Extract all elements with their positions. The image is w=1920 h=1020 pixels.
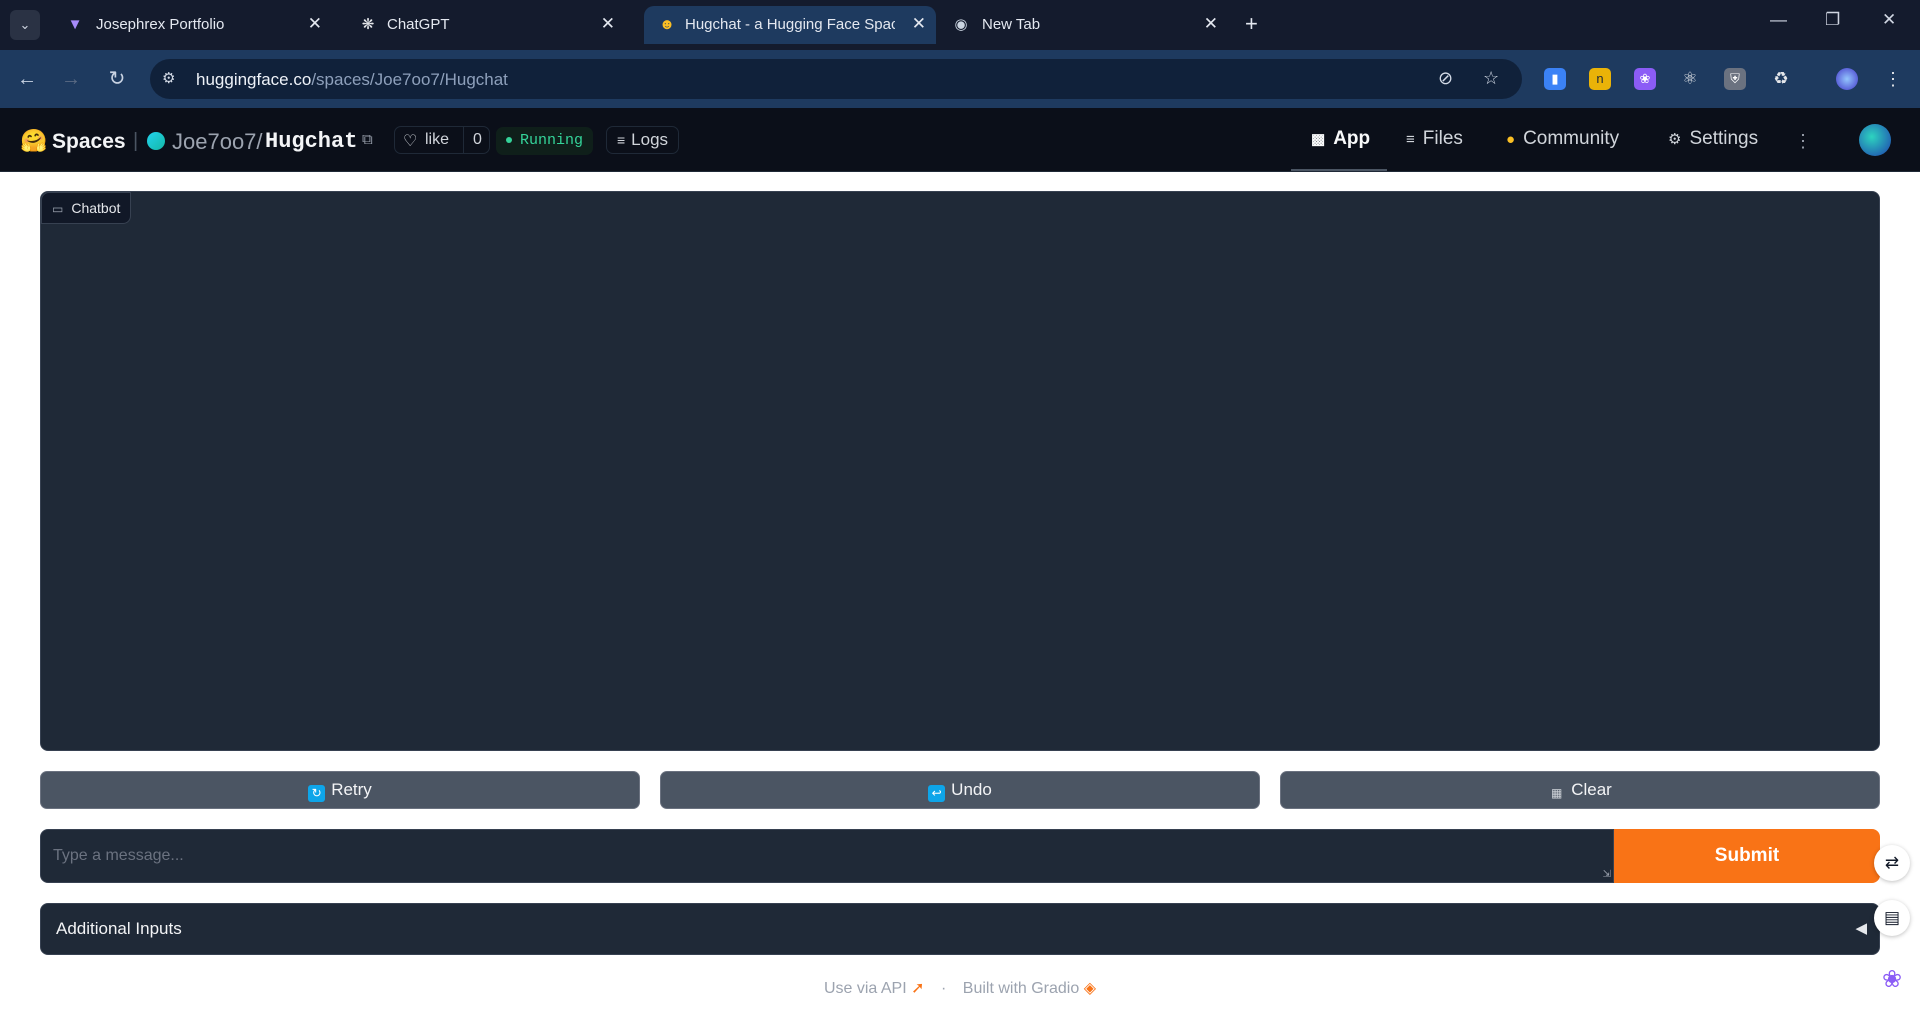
built-with-gradio-link[interactable]: Built with Gradio ◈ <box>963 980 1096 997</box>
chatbot-label: ▭ Chatbot <box>41 192 132 224</box>
tab-settings[interactable]: ⚙ Settings <box>1668 128 1758 150</box>
reader-mode-book-icon[interactable]: ▤ <box>1874 900 1910 936</box>
chrome-logo-icon: ◉ <box>954 16 968 33</box>
settings-gear-icon: ⚙ <box>1668 131 1682 148</box>
tab-app[interactable]: ▩ App <box>1311 128 1370 150</box>
heart-icon: ♡ <box>403 133 418 150</box>
extension-react-icon[interactable]: ⚛ <box>1679 68 1701 90</box>
retry-icon: ↻ <box>308 785 326 802</box>
tab-search-chevron-icon[interactable]: ⌄ <box>10 10 40 40</box>
extensions-puzzle-icon[interactable]: ♻ <box>1770 68 1792 90</box>
url-host: huggingface.co <box>196 70 312 89</box>
address-bar[interactable]: ⚙ huggingface.co/spaces/Joe7oo7/Hugchat … <box>150 59 1522 99</box>
tab-title: Josephrex Portfolio <box>96 16 225 33</box>
message-input-box[interactable]: ⇲ <box>40 829 1614 883</box>
accordion-label: Additional Inputs <box>56 919 182 938</box>
url-text[interactable]: huggingface.co/spaces/Joe7oo7/Hugchat <box>196 70 508 90</box>
use-via-api-link[interactable]: Use via API ➚ <box>824 980 925 997</box>
like-count: 0 <box>463 127 491 153</box>
copy-icon[interactable]: ⧉ <box>362 131 373 148</box>
url-path: /spaces/Joe7oo7/Hugchat <box>311 70 508 89</box>
tab-title: New Tab <box>982 16 1041 33</box>
site-info-tune-icon[interactable]: ⚙ <box>162 69 175 87</box>
status-badge: Running <box>496 127 594 155</box>
close-tab-icon[interactable]: ✕ <box>308 14 322 34</box>
close-tab-icon[interactable]: ✕ <box>1204 14 1218 34</box>
eye-slash-icon[interactable]: ⊘ <box>1438 68 1453 89</box>
tab-community[interactable]: ● Community <box>1506 128 1619 150</box>
close-tab-icon[interactable]: ✕ <box>912 14 926 34</box>
more-options-kebab-icon[interactable]: ⋮ <box>1790 128 1816 154</box>
caret-left-icon: ◀ <box>1855 920 1867 937</box>
community-icon: ● <box>1506 131 1516 148</box>
logs-label: Logs <box>631 130 669 149</box>
chat-bubble-icon: ▭ <box>52 202 64 216</box>
logs-icon: ≡ <box>617 132 626 148</box>
status-text: Running <box>520 132 584 149</box>
footer: Use via API ➚ · Built with Gradio ◈ <box>0 978 1920 998</box>
openai-logo-icon: ❋ <box>361 16 375 33</box>
browser-tab-portfolio[interactable]: ▼ Josephrex Portfolio ✕ <box>52 6 332 44</box>
retry-button[interactable]: ↻ Retry <box>40 771 640 809</box>
tab-title: ChatGPT <box>387 16 450 33</box>
close-tab-icon[interactable]: ✕ <box>601 14 615 34</box>
browser-tab-hugchat[interactable]: ☻ Hugchat - a Hugging Face Space ✕ <box>644 6 936 44</box>
divider: | <box>133 130 139 152</box>
resize-grip-icon[interactable]: ⇲ <box>1603 869 1611 880</box>
browser-tab-strip: ⌄ ▼ Josephrex Portfolio ✕ ❋ ChatGPT ✕ ☻ … <box>0 0 1920 50</box>
vite-logo-icon: ▼ <box>67 16 83 33</box>
translate-icon[interactable]: ⇄ <box>1874 845 1910 881</box>
profile-avatar[interactable] <box>1836 68 1858 90</box>
additional-inputs-accordion[interactable]: Additional Inputs ◀ <box>40 903 1880 955</box>
back-arrow-icon[interactable]: ← <box>12 64 42 94</box>
files-icon: ≡ <box>1406 131 1415 148</box>
bookmark-star-icon[interactable]: ☆ <box>1483 68 1499 89</box>
extension-shield-icon[interactable]: ⛨ <box>1724 68 1746 90</box>
chatbot-panel[interactable]: ▭ Chatbot <box>40 191 1880 751</box>
undo-icon: ↩ <box>928 785 946 802</box>
submit-button[interactable]: Submit <box>1614 829 1880 883</box>
tab-title: Hugchat - a Hugging Face Space <box>685 16 895 33</box>
new-tab-plus-icon[interactable]: + <box>1245 11 1258 37</box>
logs-button[interactable]: ≡ Logs <box>606 126 680 154</box>
status-dot-icon <box>506 137 512 144</box>
gradio-logo-icon: ◈ <box>1083 980 1097 997</box>
forward-arrow-icon[interactable]: → <box>56 64 86 94</box>
hugging-face-logo-icon: ☻ <box>659 16 675 33</box>
extension-docs-icon[interactable]: ▮ <box>1544 68 1566 90</box>
browser-tab-chatgpt[interactable]: ❋ ChatGPT ✕ <box>345 6 625 44</box>
browser-menu-kebab-icon[interactable]: ⋮ <box>1882 68 1904 90</box>
restore-icon[interactable]: ❐ <box>1825 10 1840 30</box>
space-owner-link[interactable]: Joe7oo7/ <box>172 129 263 155</box>
clear-button[interactable]: ▦ Clear <box>1280 771 1880 809</box>
undo-button[interactable]: ↩ Undo <box>660 771 1260 809</box>
spaces-link[interactable]: Spaces <box>52 130 126 154</box>
extension-brain-icon[interactable]: ❀ <box>1634 68 1656 90</box>
browser-tab-new-tab[interactable]: ◉ New Tab ✕ <box>938 6 1228 44</box>
trash-icon: ▦ <box>1551 786 1563 800</box>
hf-header: 🤗 Spaces | Joe7oo7/ Hugchat ⧉ ♡ like 0 R… <box>0 108 1920 172</box>
user-avatar[interactable] <box>1859 124 1891 156</box>
rocket-icon: ➚ <box>911 980 925 997</box>
hugging-face-logo-icon[interactable]: 🤗 <box>20 128 47 154</box>
window-close-icon[interactable]: ✕ <box>1882 10 1896 30</box>
tab-files[interactable]: ≡ Files <box>1406 128 1463 150</box>
like-label: like <box>425 131 450 148</box>
reload-icon[interactable]: ↻ <box>102 64 132 94</box>
space-repo-name[interactable]: Hugchat <box>265 129 357 154</box>
extension-n-icon[interactable]: n <box>1589 68 1611 90</box>
space-avatar <box>147 132 165 150</box>
minimize-icon[interactable]: — <box>1770 10 1787 30</box>
message-input[interactable] <box>41 830 1613 882</box>
ai-brain-assistant-icon[interactable]: ❀ <box>1874 962 1910 998</box>
active-tab-underline <box>1291 169 1387 171</box>
like-button[interactable]: ♡ like 0 <box>394 126 490 154</box>
browser-toolbar: ← → ↻ ⚙ huggingface.co/spaces/Joe7oo7/Hu… <box>0 50 1920 108</box>
footer-separator: · <box>940 980 947 997</box>
app-cube-icon: ▩ <box>1311 131 1326 148</box>
